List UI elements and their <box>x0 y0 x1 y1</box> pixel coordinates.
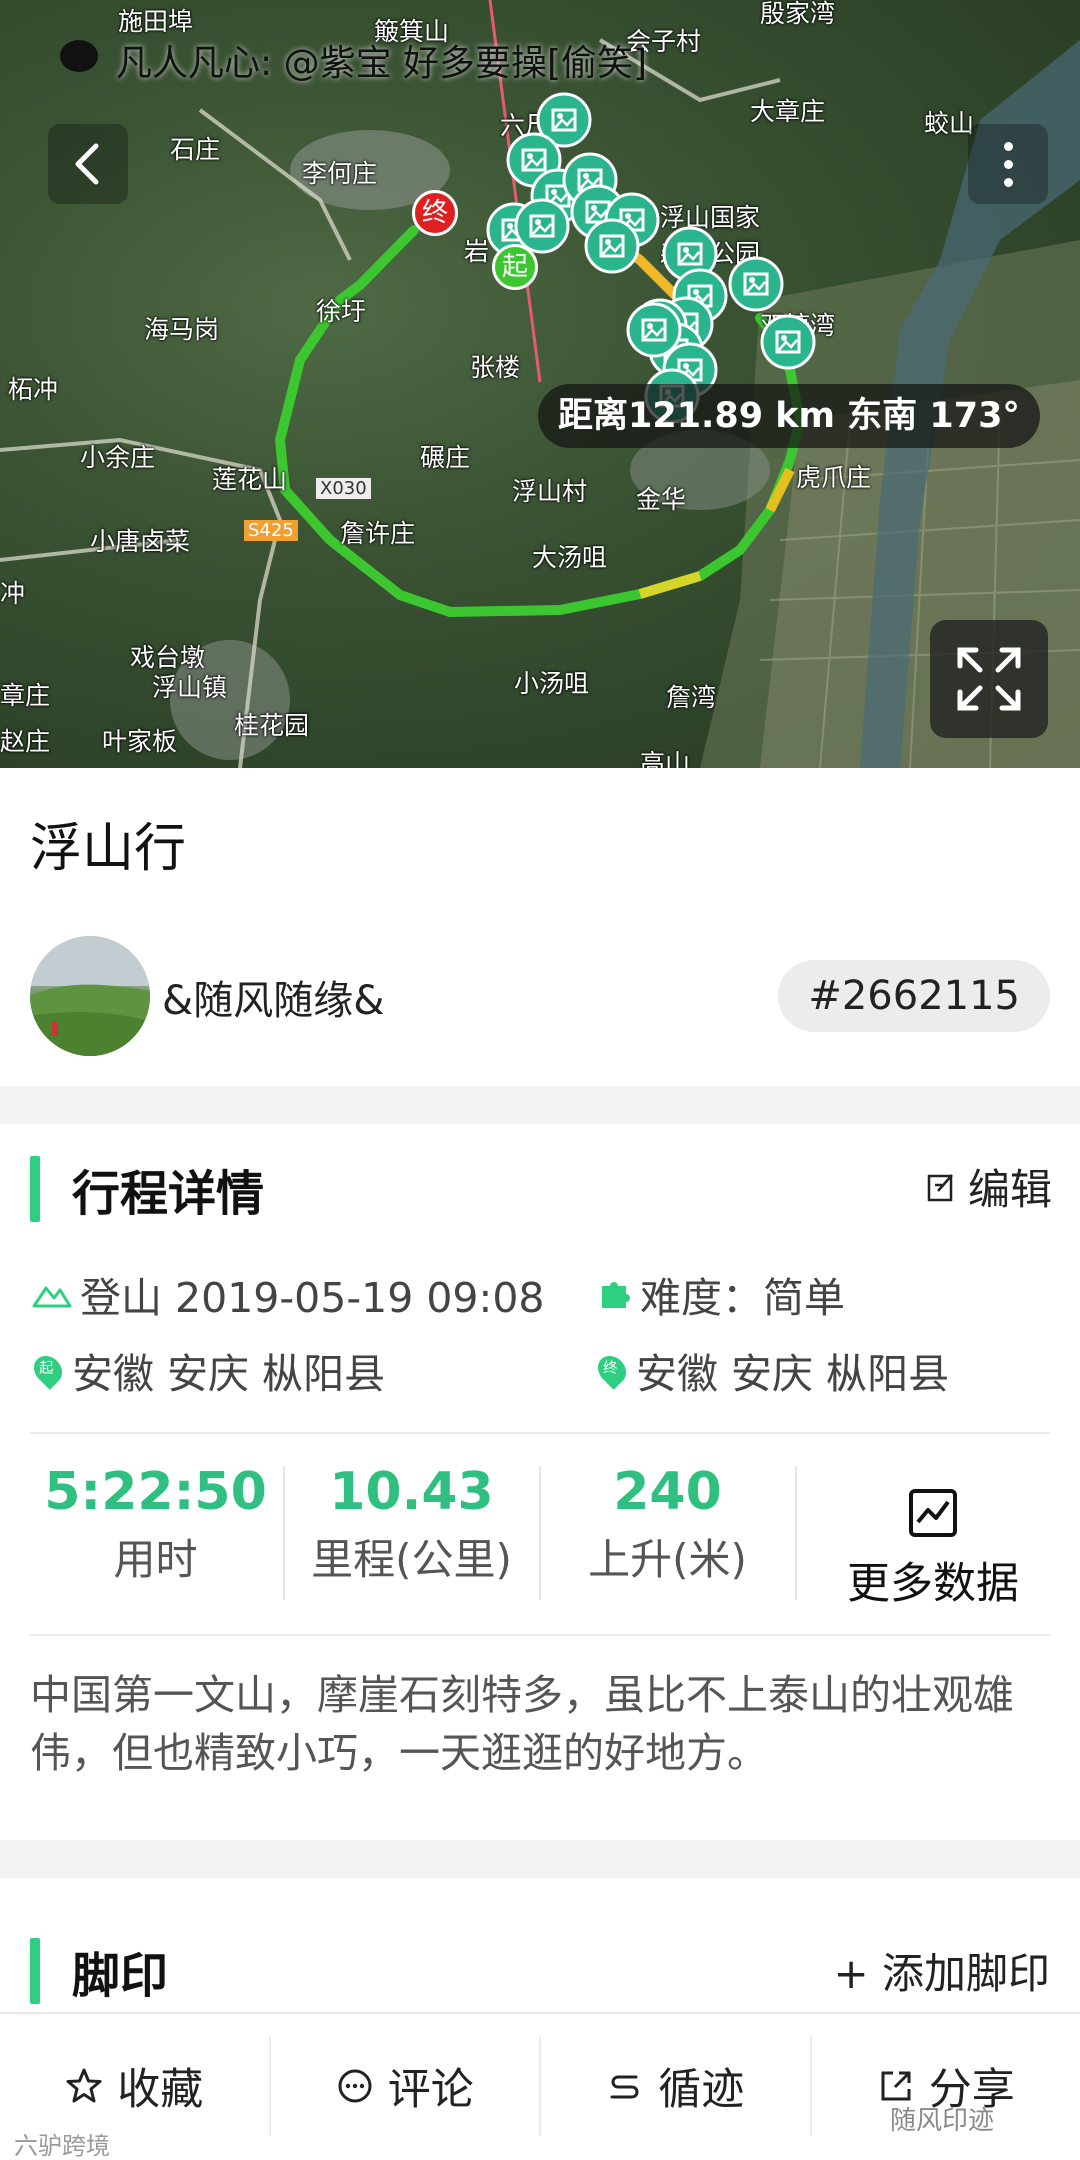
stat-value: 10.43 <box>329 1462 494 1522</box>
activity-text: 登山 2019-05-19 09:08 <box>80 1274 545 1322</box>
back-button[interactable] <box>48 124 128 204</box>
more-data-button[interactable]: 更多数据 <box>803 1488 1063 1611</box>
puzzle-icon <box>602 1282 630 1308</box>
route-icon <box>610 2075 639 2099</box>
trip-title: 浮山行 <box>30 819 187 879</box>
stat-label: 里程(公里) <box>311 1535 512 1584</box>
track-id-badge: #2662115 <box>778 960 1050 1032</box>
favorite-label: 收藏 <box>117 2065 204 2115</box>
avatar-image <box>30 936 150 1056</box>
watermark-right: 随风印迹 <box>890 2106 995 2136</box>
mountain-icon <box>32 1286 72 1308</box>
stat-label: 上升(米) <box>588 1535 747 1584</box>
dot <box>1003 141 1013 151</box>
end-badge: 终 <box>603 1359 618 1377</box>
comment-label: 评论 <box>387 2065 474 2115</box>
stat-value: 240 <box>613 1462 722 1522</box>
follow-track-button[interactable]: 循迹 <box>541 2036 812 2136</box>
edit-icon <box>927 1173 953 1201</box>
end-pin-icon: 终 <box>592 1350 632 1390</box>
star-icon <box>66 2068 102 2103</box>
start-location-info: 起 安徽 安庆 枞阳县 <box>28 1340 386 1400</box>
trip-description: 中国第一文山，摩崖石刻特多，虽比不上泰山的壮观雄伟，但也精致小巧，一天逛逛的好地… <box>30 1671 1014 1777</box>
dot <box>1003 159 1013 169</box>
trip-header-card: 浮山行 &随风随缘& #2662115 <box>0 768 1080 1086</box>
difficulty-info: 难度：简单 <box>596 1264 845 1324</box>
more-data-label: 更多数据 <box>847 1559 1019 1609</box>
start-badge: 起 <box>39 1359 54 1377</box>
stat-ascent: 240 上升(米) <box>540 1462 795 1590</box>
follow-track-label: 循迹 <box>658 2065 745 2115</box>
start-pin-icon: 起 <box>28 1350 68 1390</box>
end-location-text: 安徽 安庆 枞阳县 <box>636 1350 950 1398</box>
section-accent-bar <box>30 1156 40 1222</box>
section-accent-bar <box>30 1938 40 2004</box>
stat-value: 5:22:50 <box>44 1462 267 1522</box>
expand-icon <box>957 647 1021 711</box>
section-title: 行程详情 <box>72 1166 265 1222</box>
avatar[interactable] <box>30 936 150 1056</box>
track-detail-page: 施田埠 簸箕山 会子村 殷家湾 大章庄 蛟山 石庄 李何庄 六尺脚 浮山国家森林… <box>0 0 1080 2160</box>
stat-separator <box>795 1466 797 1600</box>
favorite-button[interactable]: 收藏 <box>0 2036 271 2136</box>
comment-button[interactable]: 评论 <box>271 2036 541 2136</box>
comment-icon <box>338 2069 372 2103</box>
add-footprint-button[interactable]: + 添加脚印 <box>833 1940 1050 2001</box>
end-location-info: 终 安徽 安庆 枞阳县 <box>592 1340 950 1400</box>
satellite-map[interactable]: 施田埠 簸箕山 会子村 殷家湾 大章庄 蛟山 石庄 李何庄 六尺脚 浮山国家森林… <box>0 0 1080 768</box>
edit-button[interactable]: 编辑 <box>926 1156 1052 1217</box>
back-arrow-icon <box>75 143 99 185</box>
stat-distance: 10.43 里程(公里) <box>284 1462 539 1590</box>
divider <box>30 1634 1050 1636</box>
chat-bubble-icon <box>60 40 98 72</box>
stat-duration: 5:22:50 用时 <box>28 1462 283 1590</box>
distance-direction-label: 距离121.89 km 东南 173° <box>538 384 1040 448</box>
start-marker[interactable]: 起 <box>492 244 538 290</box>
chart-icon <box>909 1489 957 1537</box>
more-menu-button[interactable] <box>968 124 1048 204</box>
edit-label: 编辑 <box>967 1165 1052 1214</box>
activity-info: 登山 2019-05-19 09:08 <box>32 1264 545 1324</box>
watermark-left: 六驴跨境 <box>14 2132 110 2160</box>
section-title: 脚印 <box>72 1948 169 2004</box>
divider <box>30 1432 1050 1434</box>
start-location-text: 安徽 安庆 枞阳县 <box>72 1350 386 1398</box>
dot <box>1003 177 1013 187</box>
user-name[interactable]: &随风随缘& <box>162 968 384 1026</box>
end-marker[interactable]: 终 <box>412 190 458 236</box>
stat-label: 用时 <box>113 1535 198 1584</box>
bottom-action-bar: 收藏 评论 循迹 分享 <box>0 2012 1080 2160</box>
notification-text: 凡人凡心: @紫宝 好多要操[偷笑] <box>116 43 648 84</box>
fullscreen-button[interactable] <box>930 620 1048 738</box>
difficulty-text: 难度：简单 <box>640 1274 845 1322</box>
